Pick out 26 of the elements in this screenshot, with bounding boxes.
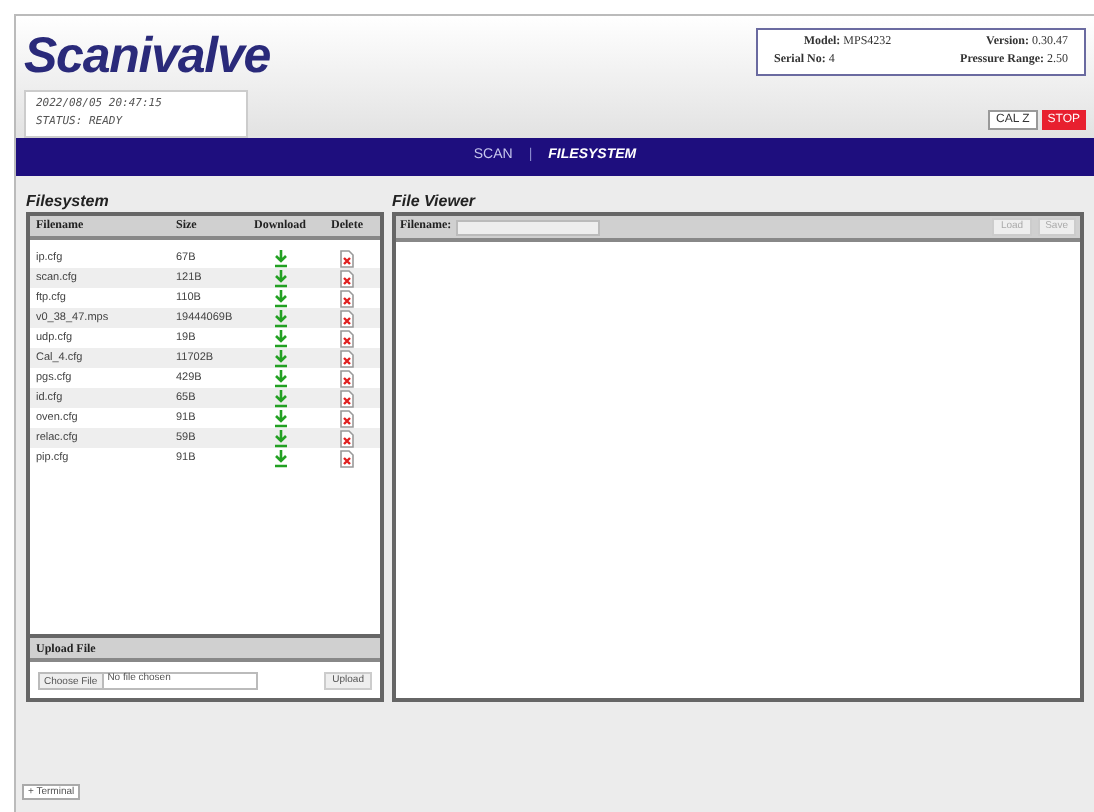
filename-field[interactable]: [455, 219, 600, 235]
delete-file-icon[interactable]: [340, 349, 354, 367]
delete-file-icon[interactable]: [340, 369, 354, 387]
download-icon[interactable]: [273, 349, 287, 367]
delete-file-icon[interactable]: [340, 249, 354, 267]
section-title: File Viewer: [392, 192, 478, 212]
delete-file-icon[interactable]: [340, 409, 354, 427]
delete-file-icon[interactable]: [340, 389, 354, 407]
delete-file-icon[interactable]: [340, 329, 354, 347]
delete-file-icon[interactable]: [340, 449, 354, 467]
section-title: Filesystem: [26, 192, 111, 212]
download-icon[interactable]: [273, 269, 287, 287]
logo: Scanivalve: [24, 28, 271, 84]
delete-file-icon[interactable]: [340, 289, 354, 307]
download-icon[interactable]: [273, 449, 287, 467]
download-icon[interactable]: [273, 429, 287, 447]
download-icon[interactable]: [273, 329, 287, 347]
delete-file-icon[interactable]: [340, 429, 354, 447]
download-icon[interactable]: [273, 309, 287, 327]
delete-file-icon[interactable]: [340, 309, 354, 327]
download-icon[interactable]: [273, 409, 287, 427]
delete-file-icon[interactable]: [340, 269, 354, 287]
download-icon[interactable]: [273, 389, 287, 407]
download-icon[interactable]: [273, 249, 287, 267]
download-icon[interactable]: [273, 289, 287, 307]
download-icon[interactable]: [273, 369, 287, 387]
